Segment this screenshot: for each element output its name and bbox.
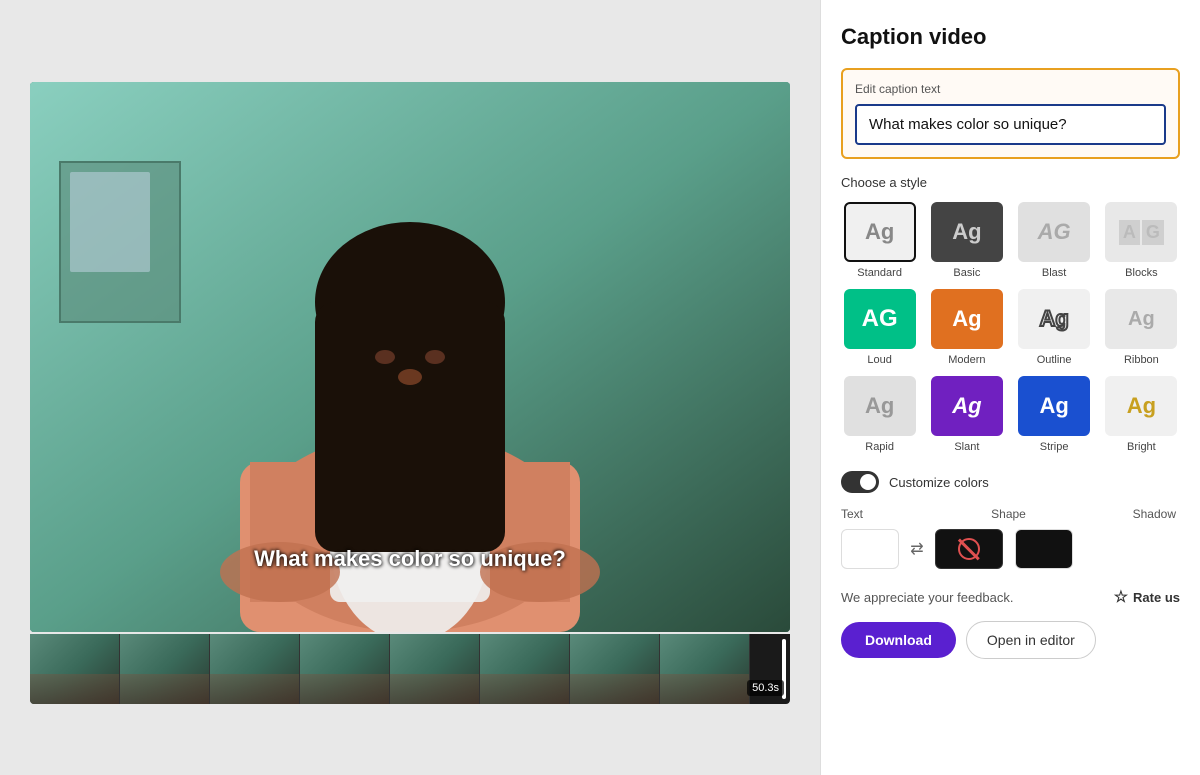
toggle-knob bbox=[860, 474, 876, 490]
style-label-bright: Bright bbox=[1127, 441, 1156, 453]
customize-colors-section: Customize colors bbox=[841, 471, 1180, 493]
style-item-rapid[interactable]: Ag Rapid bbox=[841, 376, 918, 453]
style-thumb-modern[interactable]: Ag bbox=[931, 289, 1003, 349]
timeline-frame bbox=[480, 634, 570, 704]
color-swatches: ⇄ bbox=[841, 529, 1180, 569]
video-caption-overlay: What makes color so unique? bbox=[254, 546, 566, 572]
style-thumb-standard[interactable]: Ag bbox=[844, 202, 916, 262]
timeline-frame bbox=[210, 634, 300, 704]
style-item-basic[interactable]: Ag Basic bbox=[928, 202, 1005, 279]
no-shadow-icon bbox=[958, 538, 980, 560]
customize-colors-toggle[interactable] bbox=[841, 471, 879, 493]
action-row: Download Open in editor bbox=[841, 621, 1180, 659]
edit-caption-section: Edit caption text What makes color so un… bbox=[841, 68, 1180, 159]
style-item-stripe[interactable]: Ag Stripe bbox=[1016, 376, 1093, 453]
style-thumb-loud[interactable]: AG bbox=[844, 289, 916, 349]
download-button[interactable]: Download bbox=[841, 622, 956, 658]
style-item-modern[interactable]: Ag Modern bbox=[928, 289, 1005, 366]
style-label-standard: Standard bbox=[857, 267, 902, 279]
style-label-blocks: Blocks bbox=[1125, 267, 1157, 279]
shape-color-swatch[interactable] bbox=[935, 529, 1003, 569]
panel-title: Caption video bbox=[841, 24, 1180, 50]
main-area: What makes color so unique? 50.3s bbox=[0, 0, 820, 775]
text-color-label: Text bbox=[841, 507, 967, 521]
shadow-color-swatch[interactable] bbox=[1015, 529, 1073, 569]
timeline-frames bbox=[30, 634, 782, 704]
rate-us-label: Rate us bbox=[1133, 590, 1180, 605]
style-label-modern: Modern bbox=[948, 354, 985, 366]
style-label-rapid: Rapid bbox=[865, 441, 894, 453]
style-label-slant: Slant bbox=[954, 441, 979, 453]
style-thumb-stripe[interactable]: Ag bbox=[1018, 376, 1090, 436]
style-label-ribbon: Ribbon bbox=[1124, 354, 1159, 366]
style-item-bright[interactable]: Ag Bright bbox=[1103, 376, 1180, 453]
open-editor-button[interactable]: Open in editor bbox=[966, 621, 1096, 659]
style-thumb-blast[interactable]: AG bbox=[1018, 202, 1090, 262]
no-shadow-line bbox=[958, 538, 980, 560]
style-thumb-bright[interactable]: Ag bbox=[1105, 376, 1177, 436]
style-item-standard[interactable]: Ag Standard bbox=[841, 202, 918, 279]
style-item-outline[interactable]: Ag Outline bbox=[1016, 289, 1093, 366]
styles-grid: Ag Standard Ag Basic AG Blast A G bbox=[841, 202, 1180, 453]
caption-text-input[interactable]: What makes color so unique? bbox=[855, 104, 1166, 145]
style-label-basic: Basic bbox=[953, 267, 980, 279]
timeline-frame bbox=[30, 634, 120, 704]
shape-color-label: Shape bbox=[967, 507, 1051, 521]
timeline-duration-badge: 50.3s bbox=[747, 680, 784, 696]
text-color-swatch[interactable] bbox=[841, 529, 899, 569]
feedback-row: We appreciate your feedback. ☆ Rate us bbox=[841, 587, 1180, 607]
style-label-stripe: Stripe bbox=[1040, 441, 1069, 453]
style-thumb-blocks[interactable]: A G bbox=[1105, 202, 1177, 262]
style-thumb-outline[interactable]: Ag bbox=[1018, 289, 1090, 349]
edit-caption-label: Edit caption text bbox=[855, 82, 1166, 96]
swap-colors-icon[interactable]: ⇄ bbox=[905, 537, 929, 561]
timeline-frame bbox=[660, 634, 750, 704]
style-thumb-ribbon[interactable]: Ag bbox=[1105, 289, 1177, 349]
style-thumb-rapid[interactable]: Ag bbox=[844, 376, 916, 436]
color-section: Text Shape Shadow ⇄ bbox=[841, 507, 1180, 569]
color-labels: Text Shape Shadow bbox=[841, 507, 1180, 521]
style-item-loud[interactable]: AG Loud bbox=[841, 289, 918, 366]
customize-colors-label: Customize colors bbox=[889, 475, 989, 490]
video-frame: What makes color so unique? bbox=[30, 82, 790, 632]
timeline-frame bbox=[300, 634, 390, 704]
style-item-slant[interactable]: Ag Slant bbox=[928, 376, 1005, 453]
style-item-blocks[interactable]: A G Blocks bbox=[1103, 202, 1180, 279]
timeline-strip[interactable]: 50.3s bbox=[30, 634, 790, 704]
video-player: What makes color so unique? bbox=[30, 82, 790, 632]
star-icon: ☆ bbox=[1114, 587, 1128, 607]
style-label-blast: Blast bbox=[1042, 267, 1066, 279]
timeline-frame bbox=[120, 634, 210, 704]
style-item-blast[interactable]: AG Blast bbox=[1016, 202, 1093, 279]
timeline-frame bbox=[390, 634, 480, 704]
style-thumb-slant[interactable]: Ag bbox=[931, 376, 1003, 436]
style-label-loud: Loud bbox=[867, 354, 891, 366]
timeline-frame bbox=[570, 634, 660, 704]
rate-us-button[interactable]: ☆ Rate us bbox=[1114, 587, 1180, 607]
shadow-color-label: Shadow bbox=[1050, 507, 1176, 521]
style-label-outline: Outline bbox=[1037, 354, 1072, 366]
right-panel: Caption video Edit caption text What mak… bbox=[820, 0, 1200, 775]
style-item-ribbon[interactable]: Ag Ribbon bbox=[1103, 289, 1180, 366]
choose-style-label: Choose a style bbox=[841, 175, 1180, 190]
style-thumb-basic[interactable]: Ag bbox=[931, 202, 1003, 262]
feedback-text: We appreciate your feedback. bbox=[841, 590, 1104, 605]
